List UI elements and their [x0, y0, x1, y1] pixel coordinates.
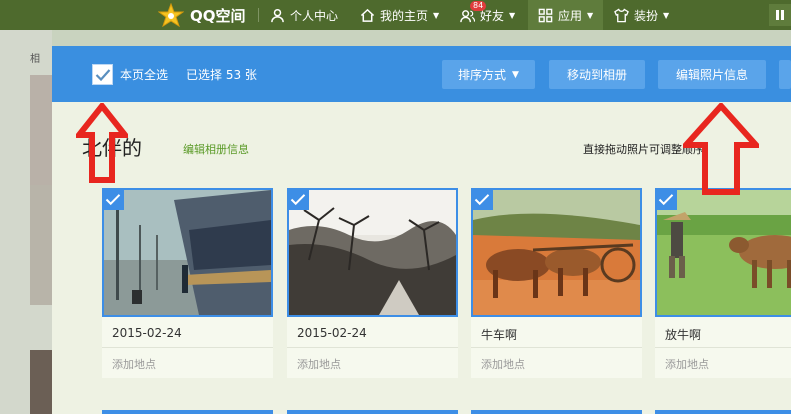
add-location-field[interactable]: 添加地点: [297, 356, 341, 372]
next-row-photo-edge: [287, 410, 458, 414]
pause-icon: [776, 10, 779, 20]
checkmark-icon: [105, 193, 121, 205]
chevron-down-icon: ▼: [509, 10, 516, 20]
batch-toolbar: 本页全选 已选择 53 张 排序方式 ▼ 移动到相册 编辑照片信息: [52, 46, 791, 102]
more-toolbar-button[interactable]: [779, 60, 791, 89]
move-label: 移动到相册: [566, 68, 627, 82]
bw-trees-photo: [289, 190, 456, 315]
chevron-down-icon: ▼: [433, 10, 440, 20]
edit-label: 编辑照片信息: [675, 68, 748, 82]
select-all-label[interactable]: 本页全选: [120, 66, 168, 83]
photo-thumbnail[interactable]: [102, 188, 273, 317]
photo-card[interactable]: 2015-02-24 添加地点: [102, 188, 273, 378]
photo-thumbnail[interactable]: [471, 188, 642, 317]
friends-notification-badge: 84: [470, 1, 487, 11]
photo-selected-checkbox[interactable]: [471, 188, 493, 210]
red-up-arrow-annotation-icon: [76, 103, 128, 183]
select-all-checkbox[interactable]: [92, 64, 113, 85]
photo-selected-checkbox[interactable]: [655, 188, 677, 210]
chevron-down-icon: ▼: [512, 69, 519, 80]
checkmark-icon: [474, 193, 490, 205]
next-row-photo-edge: [655, 410, 791, 414]
background-thumbnail: [30, 185, 52, 305]
nav-label: 我的主页: [380, 8, 429, 23]
checkmark-icon: [658, 193, 674, 205]
photo-selected-checkbox[interactable]: [287, 188, 309, 210]
add-location-field[interactable]: 添加地点: [665, 356, 709, 372]
card-divider: [287, 347, 458, 348]
chevron-down-icon: ▼: [587, 10, 594, 20]
checkmark-icon: [95, 68, 110, 81]
background-page: 相: [0, 30, 52, 414]
card-divider: [102, 347, 273, 348]
next-row-photo-edge: [102, 410, 273, 414]
photo-card[interactable]: 放牛啊 添加地点: [655, 188, 791, 378]
person-icon: [271, 8, 284, 22]
nav-my-home[interactable]: 我的主页 ▼: [360, 0, 439, 30]
photo-card[interactable]: 2015-02-24 添加地点: [287, 188, 458, 378]
photo-caption[interactable]: 牛车啊: [481, 326, 517, 343]
nav-label: 装扮: [634, 8, 659, 23]
move-to-album-button[interactable]: 移动到相册: [549, 60, 645, 89]
nav-label: 个人中心: [290, 8, 339, 23]
add-location-field[interactable]: 添加地点: [481, 356, 525, 372]
edit-photo-info-button[interactable]: 编辑照片信息: [658, 60, 766, 89]
photo-caption[interactable]: 2015-02-24: [297, 326, 367, 340]
red-up-arrow-annotation-icon: [683, 103, 759, 195]
nav-dressup[interactable]: 装扮 ▼: [614, 0, 669, 30]
batch-manage-dialog: 本页全选 已选择 53 张 排序方式 ▼ 移动到相册 编辑照片信息 北伴的 编辑…: [52, 46, 791, 414]
photo-caption[interactable]: 2015-02-24: [112, 326, 182, 340]
chevron-down-icon: ▼: [663, 10, 670, 20]
top-nav-bar: QQ空间 个人中心 我的主页 ▼ 好友 ▼ 84 应用 ▼ 装扮 ▼: [0, 0, 791, 30]
ox-cart-photo: [473, 190, 640, 315]
card-divider: [471, 347, 642, 348]
nav-divider: [258, 8, 259, 22]
edit-album-info-link[interactable]: 编辑相册信息: [183, 141, 249, 157]
background-thumbnail: [30, 350, 52, 414]
photo-card[interactable]: 牛车啊 添加地点: [471, 188, 642, 378]
pause-button[interactable]: [769, 4, 791, 26]
photo-selected-checkbox[interactable]: [102, 188, 124, 210]
nav-apps[interactable]: 应用 ▼: [528, 0, 604, 30]
apps-grid-icon: [538, 8, 553, 22]
add-location-field[interactable]: 添加地点: [112, 356, 156, 372]
nav-personal-center[interactable]: 个人中心: [270, 0, 338, 30]
nav-label: 应用: [558, 8, 583, 23]
tshirt-icon: [614, 7, 629, 22]
checkmark-icon: [290, 193, 306, 205]
sort-label: 排序方式: [458, 68, 507, 82]
train-platform-photo: [104, 190, 271, 315]
sort-button[interactable]: 排序方式 ▼: [442, 60, 535, 89]
home-icon: [360, 8, 375, 22]
nav-friends[interactable]: 好友 ▼: [460, 0, 515, 30]
background-thumbnail: [30, 75, 52, 185]
card-divider: [655, 347, 791, 348]
qzone-star-logo-icon: [157, 2, 185, 28]
pause-icon-bar: [781, 10, 784, 20]
next-row-photo-edge: [471, 410, 642, 414]
background-text: 相: [30, 54, 40, 65]
brand-title: QQ空间: [190, 6, 246, 25]
selected-count: 已选择 53 张: [186, 68, 257, 82]
photo-caption[interactable]: 放牛啊: [665, 326, 701, 343]
photo-thumbnail[interactable]: [287, 188, 458, 317]
qzone-brand[interactable]: QQ空间: [157, 2, 246, 28]
herding-cattle-photo: [657, 190, 791, 315]
